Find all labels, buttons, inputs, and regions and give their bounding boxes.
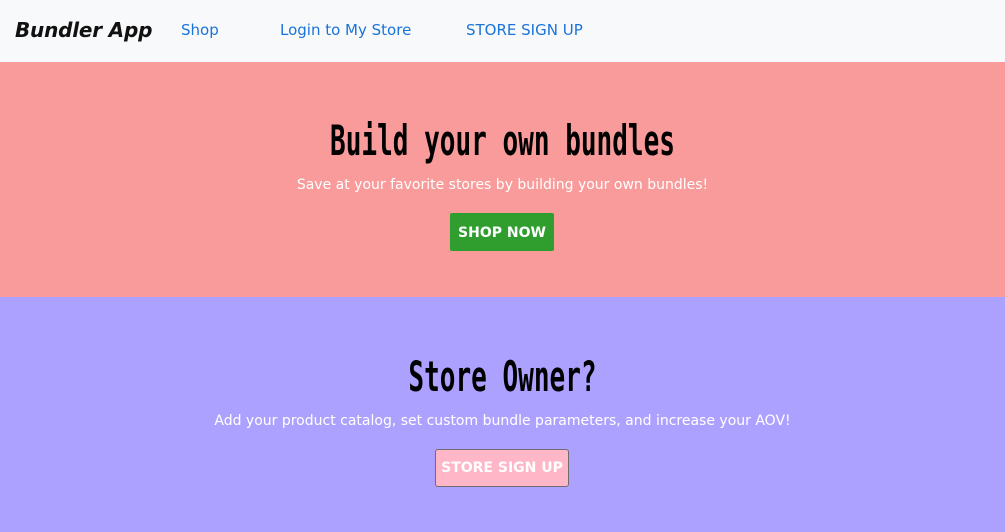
store-owner-title: Store Owner? [408,352,597,401]
nav-link-shop[interactable]: Shop [181,20,219,40]
shop-now-button[interactable]: SHOP NOW [450,213,554,251]
brand-logo[interactable]: Bundler App [15,17,152,43]
store-sign-up-button[interactable]: STORE SIGN UP [435,449,569,487]
nav-link-login[interactable]: Login to My Store [280,20,411,40]
store-owner-subtitle: Add your product catalog, set custom bun… [214,413,791,429]
hero-subtitle: Save at your favorite stores by building… [296,177,709,193]
hero-section: Build your own bundles Save at your favo… [0,62,1005,297]
hero-title: Build your own bundles [330,116,675,165]
store-owner-section: Store Owner? Add your product catalog, s… [0,297,1005,532]
top-navbar: Bundler App Shop Login to My Store STORE… [0,0,1005,62]
nav-link-store-sign-up[interactable]: STORE SIGN UP [466,20,583,40]
